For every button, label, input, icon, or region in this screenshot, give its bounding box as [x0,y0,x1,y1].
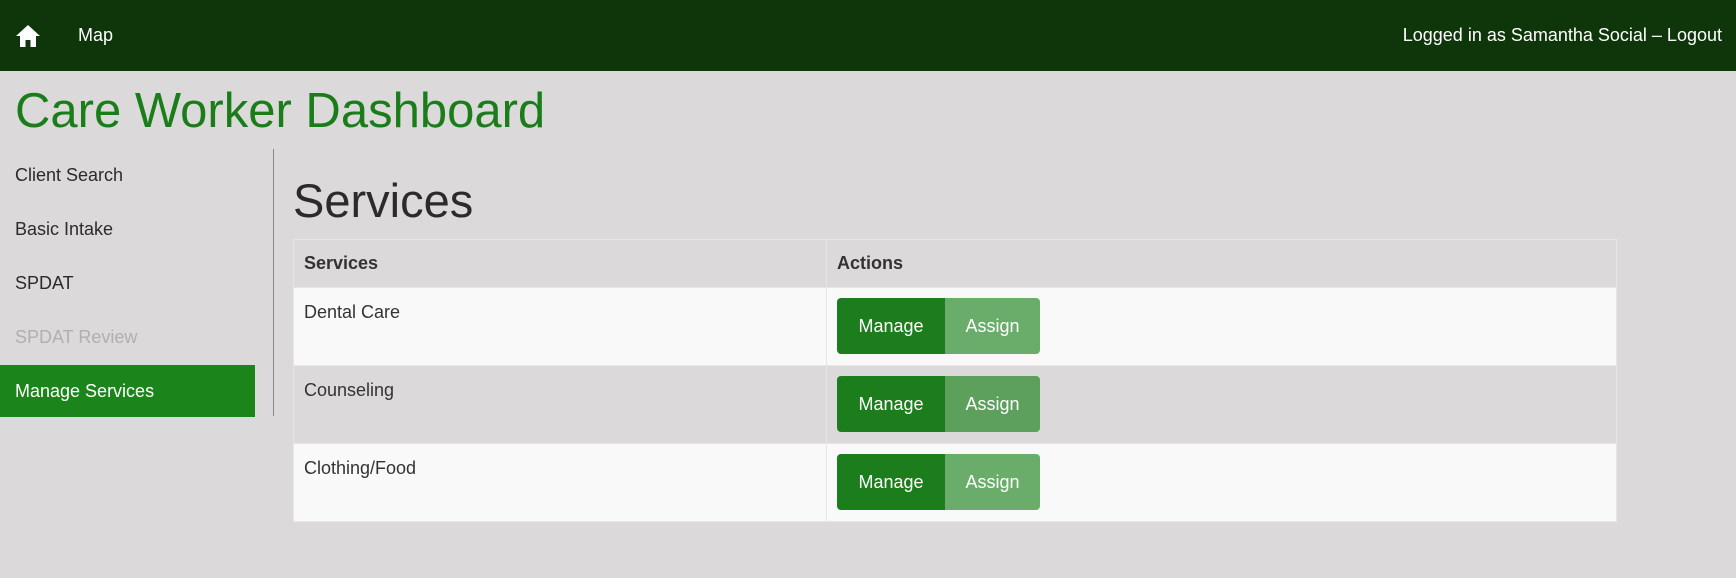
sidebar-item-manage-services[interactable]: Manage Services [0,365,255,418]
home-icon[interactable] [14,22,42,50]
column-header-actions: Actions [826,239,1617,289]
topbar-left: Map [14,22,113,50]
sidebar: Client Search Basic Intake SPDAT SPDAT R… [0,149,274,418]
actions-cell: Manage Assign [826,443,1617,523]
assign-button[interactable]: Assign [945,298,1040,355]
sidebar-item-spdat-review: SPDAT Review [15,326,138,347]
main-content: Services Services Actions Dental Care Ma… [274,149,1617,523]
home-icon-graphic [16,24,40,47]
map-link[interactable]: Map [78,25,113,46]
manage-button[interactable]: Manage [837,454,945,511]
service-name: Dental Care [293,287,827,367]
service-name: Counseling [293,365,827,445]
sidebar-item-client-search[interactable]: Client Search [0,149,255,201]
login-status-logout-link[interactable]: Logged in as Samantha Social – Logout [1403,25,1722,46]
column-header-services: Services [293,239,827,289]
service-name: Clothing/Food [293,443,827,523]
actions-cell: Manage Assign [826,287,1617,367]
table-row: Counseling Manage Assign [293,365,1617,445]
assign-button[interactable]: Assign [945,376,1040,433]
sidebar-item-spdat[interactable]: SPDAT [0,257,255,309]
sidebar-item-basic-intake[interactable]: Basic Intake [0,203,255,255]
action-button-group: Manage Assign [837,454,1040,511]
assign-button[interactable]: Assign [945,454,1040,511]
services-table: Services Actions Dental Care Manage Assi… [293,239,1617,523]
page-title: Care Worker Dashboard [15,84,546,138]
action-button-group: Manage Assign [837,298,1040,355]
manage-button[interactable]: Manage [837,376,945,433]
table-row: Dental Care Manage Assign [293,287,1617,367]
action-button-group: Manage Assign [837,376,1040,433]
manage-button[interactable]: Manage [837,298,945,355]
actions-cell: Manage Assign [826,365,1617,445]
section-title: Services [293,174,474,228]
content-layout: Client Search Basic Intake SPDAT SPDAT R… [0,149,1736,523]
table-header-row: Services Actions [293,239,1617,289]
table-row: Clothing/Food Manage Assign [293,443,1617,523]
top-navbar: Map Logged in as Samantha Social – Logou… [0,0,1736,71]
